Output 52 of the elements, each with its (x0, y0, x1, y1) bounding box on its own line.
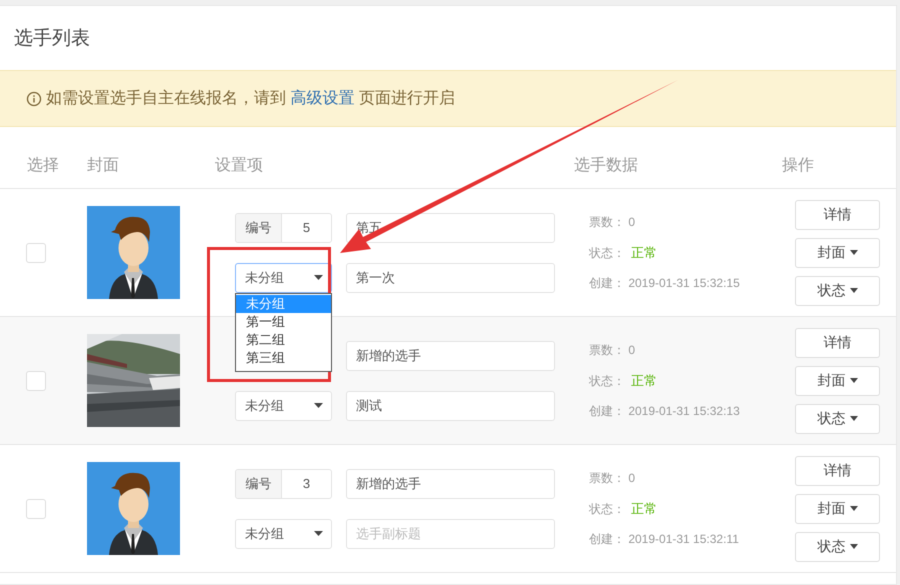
name-field[interactable]: 新增的选手 (346, 468, 555, 498)
dropdown-button[interactable]: 封面 (795, 238, 880, 268)
avatar-icon (87, 206, 180, 299)
dropdown-button[interactable]: 状态 (795, 404, 880, 434)
row-checkbox[interactable] (26, 498, 46, 518)
number-label: 编号 (236, 214, 282, 242)
column-header: 选手数据 (574, 157, 638, 174)
status-label: 状态： (589, 372, 625, 390)
card-title: 选手列表 (13, 27, 91, 51)
status-label: 状态： (589, 500, 625, 518)
details-button[interactable]: 详情 (795, 200, 880, 230)
caret-icon (314, 403, 323, 408)
votes-text: 票数： 0 (589, 470, 636, 487)
settings-link[interactable]: 高级设置 (290, 90, 354, 106)
column-header: 操作 (782, 157, 814, 174)
caret-icon (314, 531, 323, 536)
created-text: 创建： 2019-01-31 15:32:13 (589, 403, 741, 420)
details-button[interactable]: 详情 (795, 456, 880, 486)
dropdown-button[interactable]: 状态 (795, 276, 880, 306)
status-value: 正常 (631, 372, 657, 390)
status-label: 状态： (589, 244, 625, 262)
created-text: 创建： 2019-01-31 15:32:11 (589, 531, 740, 548)
dropdown-button[interactable]: 封面 (795, 366, 880, 396)
subtitle-field[interactable]: 测试 (346, 390, 555, 420)
group-select[interactable]: 未分组 (235, 518, 332, 548)
votes-text: 票数： 0 (589, 342, 636, 359)
notice-text: 如需设置选手自主在线报名，请到 高级设置 页面进行开启 (46, 88, 455, 108)
status-value: 正常 (631, 244, 657, 262)
avatar-icon (87, 462, 180, 555)
dropdown-option[interactable]: 第三组 (236, 348, 331, 366)
caret-icon (314, 275, 323, 280)
dropdown-option[interactable]: 第二组 (236, 330, 331, 348)
number-field[interactable]: 编号 3 (235, 468, 332, 498)
created-text: 创建： 2019-01-31 15:32:15 (589, 275, 741, 292)
dropdown-button[interactable]: 封面 (795, 494, 880, 524)
column-header: 封面 (87, 157, 119, 174)
subtitle-field[interactable]: 选手副标题 (346, 518, 555, 548)
dropdown-button[interactable]: 状态 (795, 532, 880, 562)
dropdown-option[interactable]: 第一组 (236, 312, 331, 330)
number-field[interactable]: 编号 5 (235, 212, 332, 242)
status-value: 正常 (631, 500, 657, 518)
column-header: 选择 (27, 157, 59, 174)
info-icon (26, 90, 42, 106)
votes-text: 票数： 0 (589, 214, 636, 231)
row-checkbox[interactable] (26, 370, 46, 390)
details-button[interactable]: 详情 (795, 328, 880, 358)
subtitle-field[interactable]: 第一次 (346, 262, 555, 292)
column-header: 设置项 (215, 157, 263, 174)
name-field[interactable]: 新增的选手 (346, 340, 555, 370)
number-label: 编号 (236, 470, 282, 498)
row-checkbox[interactable] (26, 242, 46, 262)
group-select[interactable]: 未分组 (235, 390, 332, 420)
